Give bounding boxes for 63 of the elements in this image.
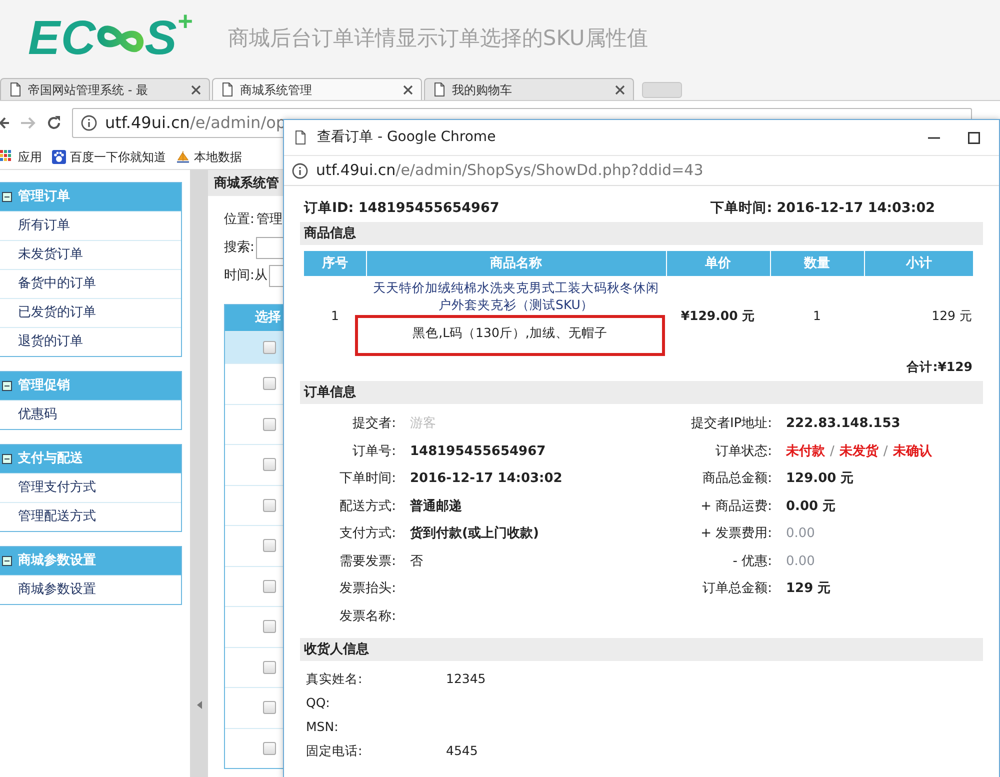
section-header: 商品信息	[300, 222, 983, 246]
field-value: 148195455654967	[410, 442, 546, 461]
field-label: 商品总金额:	[702, 470, 772, 488]
page-heading: 商城后台订单详情显示订单选择的SKU属性值	[228, 25, 648, 52]
table-cell: 1	[813, 308, 821, 323]
column-header: 小计	[864, 251, 974, 276]
location-label: 位置:	[224, 211, 254, 230]
field-label: + 发票费用:	[700, 525, 772, 544]
field-value: 4545	[446, 742, 478, 760]
column-header: 商品名称	[366, 251, 666, 276]
url-text: utf.49ui.cn/e/admin/op	[105, 112, 286, 134]
field-label: 订单状态:	[716, 442, 772, 461]
field-value: 游客	[410, 415, 436, 434]
table-cell: 1	[331, 308, 339, 323]
panel-title: 商城系统管	[213, 174, 280, 193]
status-text: 未发货	[839, 442, 878, 461]
column-header: 序号	[304, 251, 366, 276]
column-header: 数量	[770, 251, 864, 276]
search-label: 搜索:	[224, 239, 254, 258]
status-text: 未确认	[892, 442, 932, 461]
field-label: 提交者IP地址:	[690, 415, 772, 434]
separator: /	[829, 442, 836, 461]
field-label: 配送方式:	[340, 498, 396, 516]
separator: /	[882, 442, 889, 461]
logo: EC S$^{+}$	[28, 15, 194, 63]
field-value: 129.00 元	[786, 470, 854, 488]
field-label: + 商品运费:	[700, 498, 772, 516]
window-title: 查看订单 - Google Chrome	[317, 128, 497, 147]
field-value: 否	[410, 552, 423, 571]
status-text: 未付款	[786, 442, 825, 461]
order-total: 合计:¥129	[906, 358, 972, 374]
field-label: 发票名称:	[340, 608, 396, 626]
order-id: 订单ID: 148195455654967	[304, 199, 500, 218]
field-value: 222.83.148.153	[786, 415, 900, 434]
time-label: 时间:从	[224, 267, 268, 286]
field-label: 下单时间:	[340, 470, 396, 488]
field-label: 固定电话:	[306, 742, 362, 760]
field-label: 提交者:	[352, 415, 396, 434]
order-time: 下单时间: 2016-12-17 14:03:02	[710, 199, 935, 218]
field-label: 真实姓名:	[306, 670, 362, 688]
field-label: 需要发票:	[340, 552, 396, 571]
field-label: 支付方式:	[340, 525, 396, 544]
field-value: 0.00 元	[786, 498, 836, 516]
field-label: QQ:	[306, 694, 330, 712]
field-value: 12345	[446, 670, 486, 688]
field-value: 2016-12-17 14:03:02	[410, 470, 562, 488]
field-label: - 优惠:	[732, 552, 772, 571]
field-value: 129 元	[786, 580, 831, 598]
section-header: 订单信息	[300, 381, 983, 404]
table-cell: ¥129.00 元	[680, 308, 756, 323]
field-value: 普通邮递	[410, 498, 462, 516]
field-label: 订单总金额:	[702, 580, 772, 598]
url-text: utf.49ui.cn/e/admin/ShopSys/ShowDd.php?ddid=43	[316, 160, 704, 182]
table-cell: 129 元	[932, 308, 972, 323]
field-value: 货到付款(或上门收款)	[410, 524, 539, 544]
field-label: 发票抬头:	[340, 580, 396, 598]
column-header: 单价	[666, 251, 770, 276]
field-value: 0.00	[786, 525, 815, 544]
sku-attributes: 黑色,L码（130斤）,加绒、无帽子	[355, 314, 665, 356]
field-value: 0.00	[786, 552, 815, 571]
field-label: 订单号:	[352, 442, 396, 461]
field-label: MSN:	[306, 718, 338, 736]
section-header: 收货人信息	[300, 638, 983, 662]
